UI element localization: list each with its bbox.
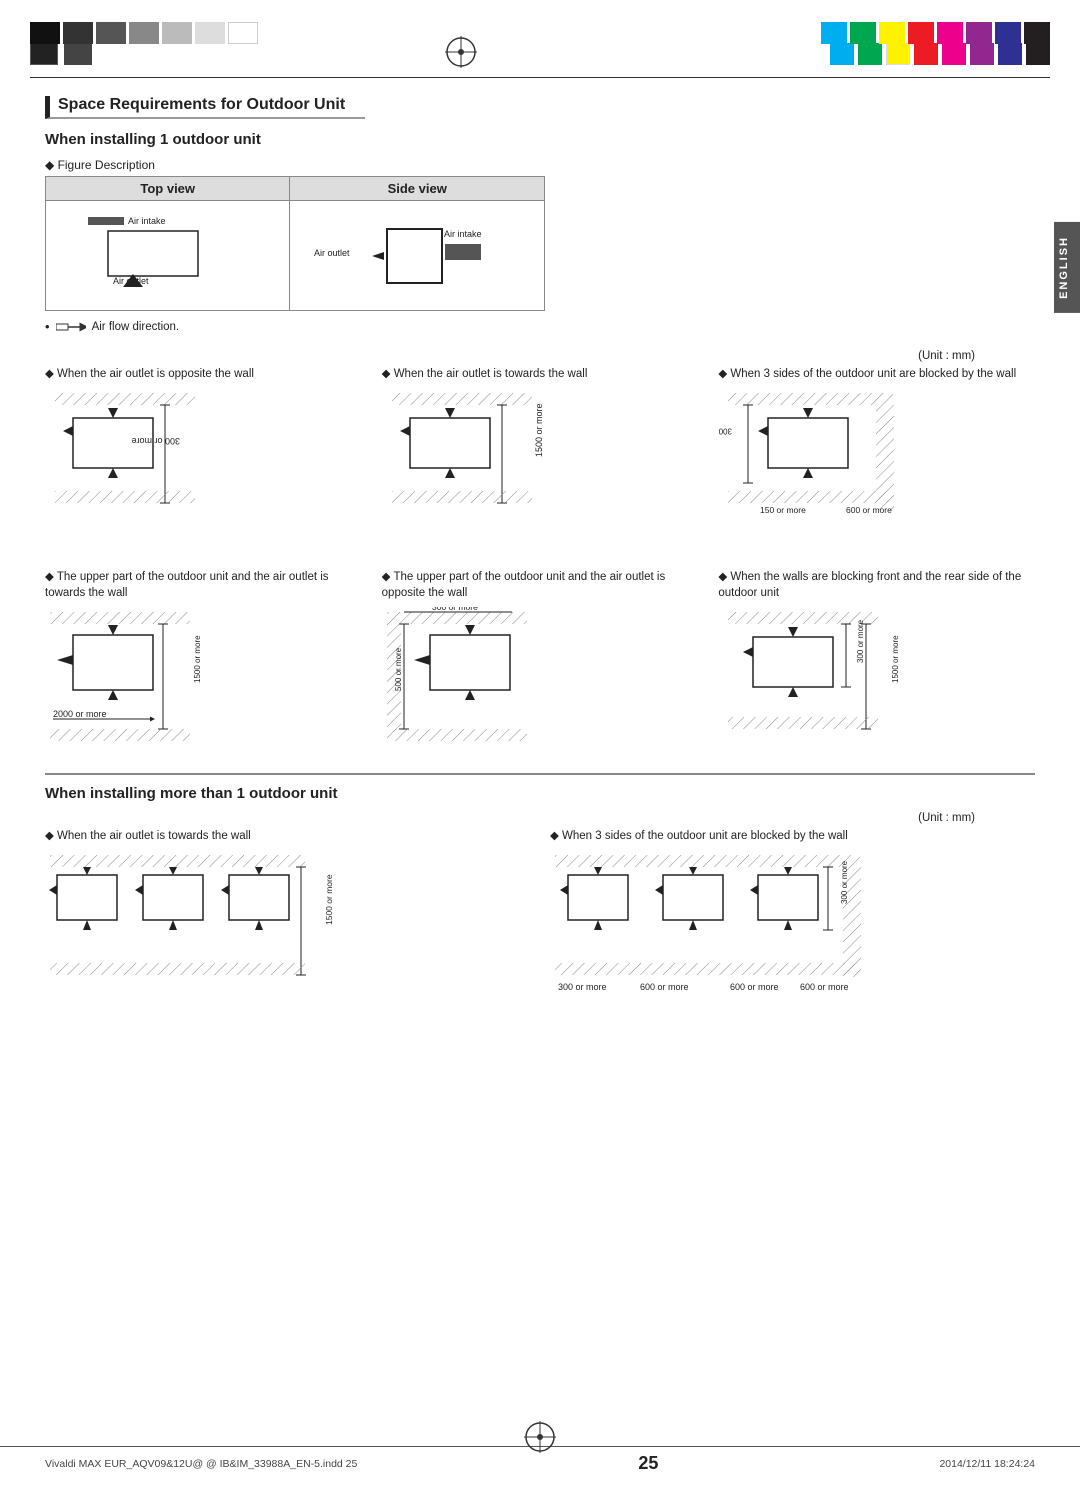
reg-blue	[995, 22, 1021, 44]
svg-text:600 or more: 600 or more	[730, 982, 779, 992]
diagram-svg-1: 300 or more	[45, 388, 245, 518]
unit-label-1: (Unit : mm)	[45, 348, 1035, 362]
reg-black2	[63, 22, 93, 44]
subsection2-title: When installing more than 1 outdoor unit	[45, 785, 1035, 802]
side-view-diagram: Air outlet Air intake	[290, 201, 545, 311]
diagram-grid-multi: ◆ When the air outlet is towards the wal…	[45, 828, 1035, 1053]
diagram-svg-5: 500 or more 300 or more	[382, 607, 582, 752]
reg-gray2	[129, 22, 159, 44]
right-reg-k	[1026, 43, 1050, 65]
svg-text:Air outlet: Air outlet	[314, 248, 350, 258]
diagram-label-1: ◆ When the air outlet is opposite the wa…	[45, 366, 362, 382]
reg-cyan	[821, 22, 847, 44]
reg-yellow	[879, 22, 905, 44]
reg-mark-sq2	[64, 43, 92, 65]
color-bar	[0, 22, 1080, 44]
svg-text:500 or more: 500 or more	[394, 648, 403, 692]
reg-gray3	[162, 22, 192, 44]
right-reg-b	[998, 43, 1022, 65]
svg-text:600 or more: 600 or more	[640, 982, 689, 992]
diagram-multi-label-1: ◆ When the air outlet is towards the wal…	[45, 828, 530, 844]
top-view-svg: Air intake Air outlet	[68, 209, 268, 299]
svg-text:600 or more: 600 or more	[846, 505, 892, 515]
subsection1-title: When installing 1 outdoor unit	[45, 131, 1035, 148]
main-content: Space Requirements for Outdoor Unit When…	[0, 78, 1080, 1083]
page-number: 25	[638, 1453, 658, 1474]
svg-text:300 or more: 300 or more	[558, 982, 607, 992]
diagram-svg-4: 2000 or more 1500 or more	[45, 607, 245, 752]
right-reg-c	[830, 43, 854, 65]
diagram-cell-3: ◆ When 3 sides of the outdoor unit are b…	[718, 366, 1035, 551]
reg-white	[228, 22, 258, 44]
figure-desc-label: ◆ Figure Description	[45, 158, 1035, 172]
bottom-crosshair	[522, 1419, 558, 1458]
diagram-multi-cell-1: ◆ When the air outlet is towards the wal…	[45, 828, 530, 1053]
svg-text:1500 or more: 1500 or more	[534, 404, 544, 458]
svg-text:150 or more: 150 or more	[760, 505, 806, 515]
reg-black	[1024, 22, 1050, 44]
top-view-diagram: Air intake Air outlet	[46, 201, 290, 311]
section-title: Space Requirements for Outdoor Unit	[45, 96, 1035, 119]
right-reg-p	[970, 43, 994, 65]
diagram-cell-1: ◆ When the air outlet is opposite the wa…	[45, 366, 362, 551]
reg-mark-sq1	[30, 43, 58, 65]
diagram-cell-5: ◆ The upper part of the outdoor unit and…	[382, 569, 699, 755]
right-reg-y	[886, 43, 910, 65]
diagram-svg-6: 300 or more 1500 or more	[718, 607, 918, 752]
diagram-grid-row1: ◆ When the air outlet is opposite the wa…	[45, 366, 1035, 551]
section-title-text: Space Requirements for Outdoor Unit	[58, 96, 345, 113]
diagram-multi-svg-1: 1500 or more	[45, 850, 355, 1010]
diagram-cell-6: ◆ When the walls are blocking front and …	[718, 569, 1035, 755]
airflow-note: • Air flow direction.	[45, 319, 1035, 334]
unit-label-2: (Unit : mm)	[45, 810, 1035, 824]
footer-left-text: Vivaldi MAX EUR_AQV09&12U@ @ IB&IM_33988…	[45, 1458, 357, 1470]
diagram-cell-4: ◆ The upper part of the outdoor unit and…	[45, 569, 362, 755]
airflow-icon	[56, 321, 86, 333]
reg-green	[850, 22, 876, 44]
diagram-cell-2: ◆ When the air outlet is towards the wal…	[382, 366, 699, 551]
diagram-multi-label-2: ◆ When 3 sides of the outdoor unit are b…	[550, 828, 1035, 844]
top-view-header: Top view	[46, 177, 290, 201]
footer-right-text: 2014/12/11 18:24:24	[939, 1458, 1035, 1470]
diagram-label-2: ◆ When the air outlet is towards the wal…	[382, 366, 699, 382]
svg-text:300 or more: 300 or more	[840, 861, 849, 905]
svg-text:2000 or more: 2000 or more	[53, 709, 107, 719]
right-reg-r	[914, 43, 938, 65]
svg-text:600 or more: 600 or more	[800, 982, 849, 992]
svg-text:300 or more: 300 or more	[131, 436, 180, 446]
reg-magenta	[937, 22, 963, 44]
reg-gray1	[96, 22, 126, 44]
side-view-svg: Air outlet Air intake	[312, 209, 522, 299]
reg-gray4	[195, 22, 225, 44]
svg-text:300 or more: 300 or more	[432, 607, 478, 612]
figure-table: Top view Side view Air intake Air outlet	[45, 176, 545, 311]
reg-purple	[966, 22, 992, 44]
right-reg-g	[858, 43, 882, 65]
diagram-grid-row2: ◆ The upper part of the outdoor unit and…	[45, 569, 1035, 755]
side-view-header: Side view	[290, 177, 545, 201]
svg-text:Air intake: Air intake	[444, 229, 482, 239]
reg-black1	[30, 22, 60, 44]
diagram-svg-2: 1500 or more	[382, 388, 582, 518]
diagram-multi-svg-2: 300 or more 300 or more 600 or more 600 …	[550, 850, 900, 1050]
svg-text:1500 or more: 1500 or more	[891, 635, 900, 683]
right-reg-m	[942, 43, 966, 65]
svg-text:1500 or more: 1500 or more	[324, 875, 334, 926]
svg-text:Air intake: Air intake	[128, 216, 166, 226]
diagram-svg-3: 300 or more 150 or more 600 or more	[718, 388, 928, 548]
diagram-label-3: ◆ When 3 sides of the outdoor unit are b…	[718, 366, 1035, 382]
svg-text:300 or more: 300 or more	[718, 427, 732, 436]
svg-text:1500 or more: 1500 or more	[193, 635, 202, 683]
section-divider	[45, 773, 1035, 775]
reg-red	[908, 22, 934, 44]
diagram-multi-cell-2: ◆ When 3 sides of the outdoor unit are b…	[550, 828, 1035, 1053]
diagram-label-6: ◆ When the walls are blocking front and …	[718, 569, 1035, 601]
diagram-label-5: ◆ The upper part of the outdoor unit and…	[382, 569, 699, 601]
diagram-label-4: ◆ The upper part of the outdoor unit and…	[45, 569, 362, 601]
svg-text:300 or more: 300 or more	[856, 620, 865, 664]
